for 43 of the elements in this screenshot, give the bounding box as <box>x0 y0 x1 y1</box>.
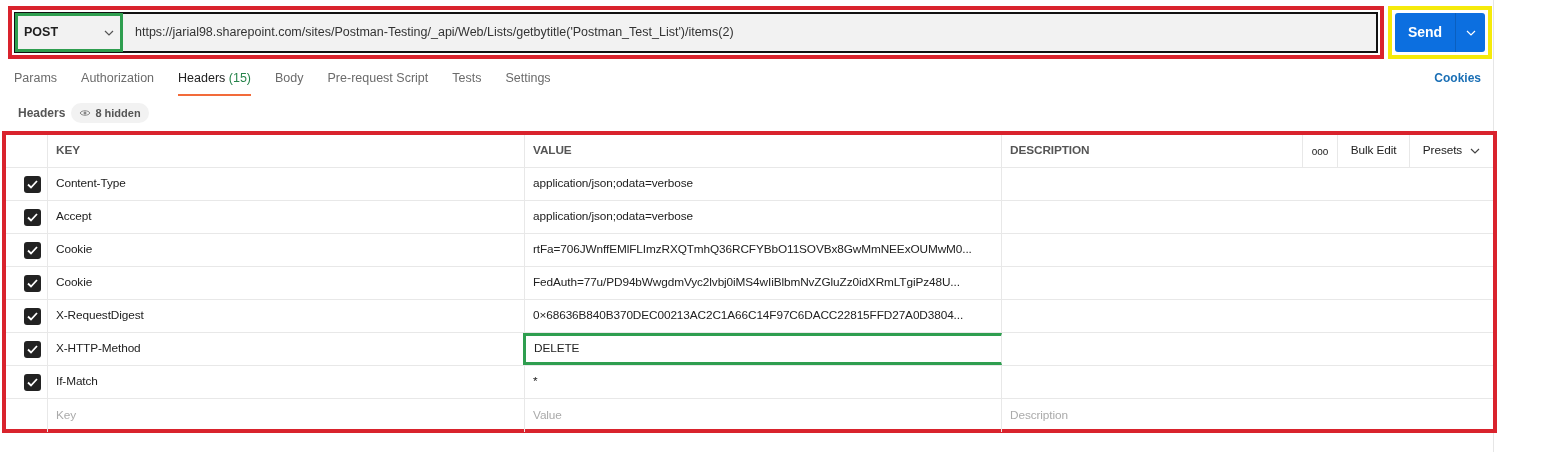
cookies-link[interactable]: Cookies <box>1434 65 1481 87</box>
checkbox[interactable] <box>24 307 41 325</box>
checkbox[interactable] <box>24 175 41 193</box>
hidden-headers-toggle[interactable]: 8 hidden <box>71 102 149 124</box>
section-title: Headers <box>18 105 66 122</box>
column-header: VALUE <box>525 135 1002 167</box>
checkbox[interactable] <box>24 340 41 358</box>
eye-icon <box>79 109 92 117</box>
table-cell: X-HTTP-Method <box>48 333 525 365</box>
table-cell: 0×68636B840B370DEC00213AC2C1A66C14F97C6DACC22815FFD27A0D3804... <box>525 300 1002 332</box>
tab[interactable]: Params <box>14 65 58 96</box>
table-cell: rtFa=706JWnffEMlFLImzRXQTmhQ36RCFYBbO11SOVBx8GwMmNEExOUMwM0... <box>525 234 1002 266</box>
checkbox[interactable] <box>24 274 41 292</box>
presets-dropdown[interactable]: Presets <box>1422 142 1481 160</box>
tab[interactable]: Headers (15) <box>178 65 251 96</box>
checkbox[interactable] <box>24 208 41 226</box>
table-cell: * <box>525 366 1002 398</box>
table-cell: If-Match <box>48 366 525 398</box>
url-text: https://jarial98.sharepoint.com/sites/Postman-Testing/_api/Web/Lists/getbytitle('Postman_Test_List')/items(2) <box>134 24 734 42</box>
table-cell: Cookie <box>48 234 525 266</box>
checkbox[interactable] <box>24 373 41 391</box>
send-button[interactable]: Send <box>1395 13 1485 52</box>
bulk-edit-button[interactable]: Bulk Edit <box>1350 142 1397 160</box>
tab[interactable]: Authorization <box>81 65 155 96</box>
column-header: KEY <box>48 135 525 167</box>
more-options-button[interactable]: ooo <box>1311 143 1329 159</box>
table-cell: application/json;odata=verbose <box>525 168 1002 200</box>
tab[interactable]: Tests <box>452 65 482 96</box>
tab[interactable]: Body <box>275 65 304 96</box>
table-cell: FedAuth=77u/PD94bWwgdmVyc2lvbj0iMS4wIiBlbmNvZGluZz0idXRmLTgiPz48U... <box>525 267 1002 299</box>
caret-icon <box>104 29 114 36</box>
table-cell: Cookie <box>48 267 525 299</box>
column-header: DESCRIPTION <box>1002 135 1303 167</box>
tab[interactable]: Pre-request Script <box>327 65 429 96</box>
method-label: POST <box>24 24 59 42</box>
method-dropdown[interactable]: POST <box>15 13 123 52</box>
table-cell: DELETE <box>523 333 1002 365</box>
table-cell: X-RequestDigest <box>48 300 525 332</box>
checkbox[interactable] <box>24 241 41 259</box>
table-cell: Accept <box>48 201 525 233</box>
table-cell: application/json;odata=verbose <box>525 201 1002 233</box>
table-cell: Content-Type <box>48 168 525 200</box>
tab[interactable]: Settings <box>505 65 551 96</box>
